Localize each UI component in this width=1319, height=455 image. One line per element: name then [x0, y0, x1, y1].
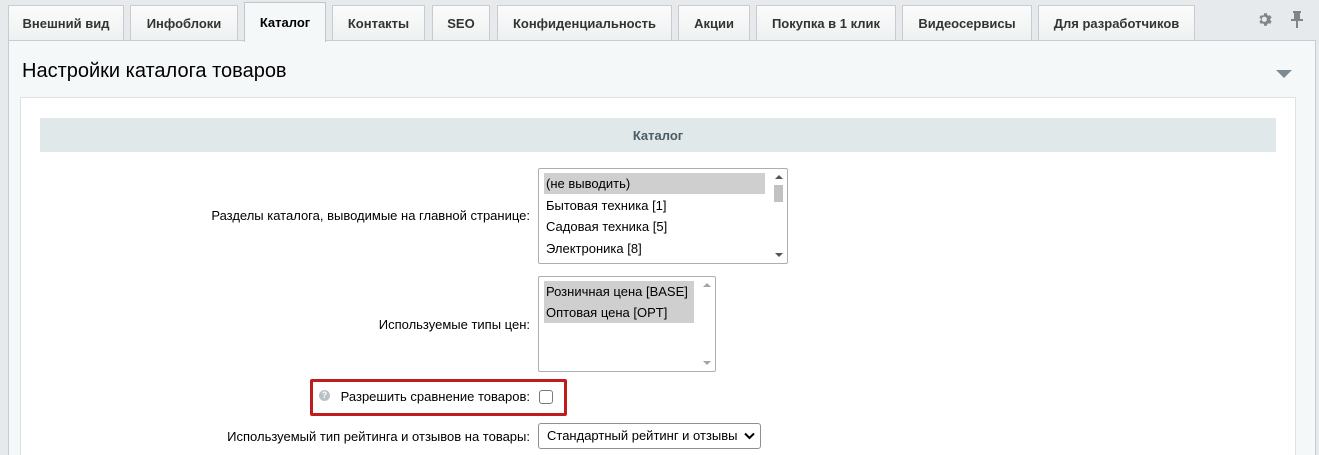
rating-type-label: Используемый тип рейтинга и отзывов на т… [227, 429, 530, 444]
tab-label: Контакты [347, 16, 410, 31]
list-item[interactable]: Розничная цена [BASE] [544, 281, 694, 302]
gear-icon[interactable] [1257, 10, 1273, 28]
tab-label: Покупка в 1 клик [771, 16, 881, 31]
tab-appearance[interactable]: Внешний вид [8, 5, 124, 41]
settings-content: Каталог Разделы каталога, выводимые на г… [20, 97, 1296, 455]
tab-label: Инфоблоки [146, 16, 222, 31]
pin-icon[interactable] [1289, 10, 1305, 28]
scrollbar[interactable] [699, 278, 714, 370]
tab-label: Каталог [259, 15, 311, 30]
tab-label: Внешний вид [22, 16, 110, 31]
catalog-sections-label: Разделы каталога, выводимые на главной с… [211, 208, 530, 223]
list-item[interactable]: Электроника [8] [544, 238, 642, 259]
compare-checkbox[interactable] [539, 390, 553, 404]
scroll-thumb[interactable] [774, 185, 783, 202]
tab-label: Конфиденциальность [512, 16, 657, 31]
scrollbar[interactable] [771, 170, 786, 262]
collapse-icon[interactable] [1275, 68, 1293, 80]
settings-panel: Настройки каталога товаров Каталог Разде… [8, 40, 1316, 455]
scroll-down-icon[interactable] [703, 361, 711, 365]
list-item[interactable]: Садовая техника [5] [544, 216, 667, 237]
scroll-up-icon[interactable] [775, 175, 783, 179]
tab-contacts[interactable]: Контакты [332, 5, 425, 41]
scroll-down-icon[interactable] [775, 253, 783, 257]
tab-label: Для разработчиков [1053, 16, 1180, 31]
catalog-sections-listbox[interactable]: (не выводить) Бытовая техника [1] Садова… [538, 168, 788, 264]
scroll-up-icon[interactable] [703, 283, 711, 287]
tab-catalog[interactable]: Каталог [244, 2, 326, 42]
price-types-listbox[interactable]: Розничная цена [BASE] Оптовая цена [OPT] [538, 276, 716, 372]
tab-privacy[interactable]: Конфиденциальность [497, 5, 672, 41]
tab-video-services[interactable]: Видеосервисы [902, 5, 1032, 41]
select-value: Стандартный рейтинг и отзывы [547, 428, 738, 443]
section-header: Каталог [40, 118, 1276, 152]
tab-label: SEO [447, 16, 475, 31]
help-icon[interactable]: ? [319, 390, 330, 401]
list-item[interactable]: Бытовая техника [1] [544, 195, 667, 216]
tab-seo[interactable]: SEO [432, 5, 490, 41]
tab-bar: Внешний вид Инфоблоки Каталог Контакты S… [0, 0, 1319, 42]
price-types-label: Используемые типы цен: [378, 317, 530, 332]
rating-type-select[interactable]: Стандартный рейтинг и отзывы [538, 423, 761, 449]
compare-label: Разрешить сравнение товаров: [340, 389, 530, 404]
chevron-down-icon [744, 432, 755, 440]
tab-label: Видеосервисы [918, 16, 1016, 31]
tab-tools [1257, 10, 1305, 28]
tab-developers[interactable]: Для разработчиков [1038, 5, 1195, 41]
list-item[interactable]: (не выводить) [544, 173, 765, 194]
tab-infoblocks[interactable]: Инфоблоки [130, 5, 238, 41]
tab-promotions[interactable]: Акции [678, 5, 750, 41]
tab-label: Акции [694, 16, 734, 31]
page-title: Настройки каталога товаров [22, 60, 287, 82]
list-item[interactable]: Оптовая цена [OPT] [544, 302, 694, 323]
tab-one-click-buy[interactable]: Покупка в 1 клик [756, 5, 896, 41]
